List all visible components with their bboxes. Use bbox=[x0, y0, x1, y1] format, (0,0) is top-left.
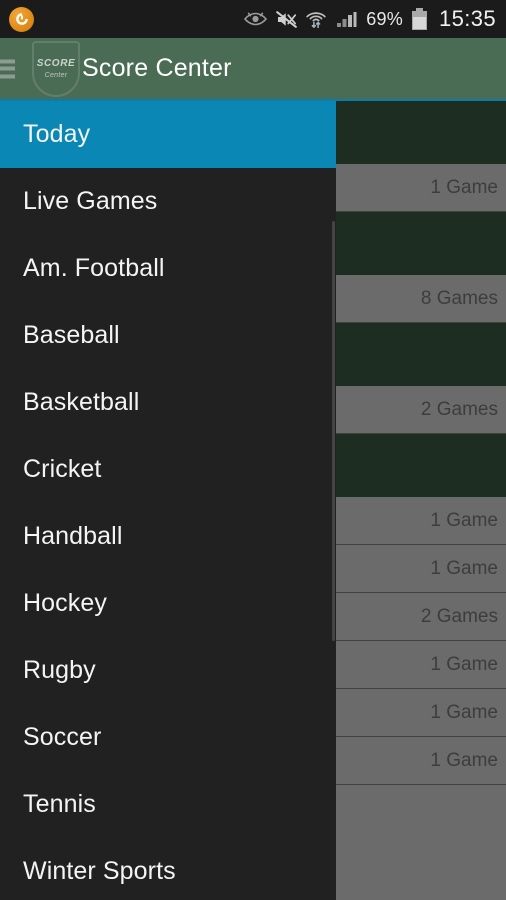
cellular-signal-icon bbox=[337, 11, 357, 27]
sidebar-item-label: Am. Football bbox=[23, 254, 165, 282]
sidebar-item-label: Winter Sports bbox=[23, 857, 176, 885]
sidebar-item-label: Rugby bbox=[23, 656, 96, 684]
navigation-drawer[interactable]: Today Live Games Am. Football Baseball B… bbox=[0, 101, 336, 900]
game-count: 8 Games bbox=[420, 287, 498, 309]
sidebar-item-rugby[interactable]: Rugby bbox=[0, 637, 336, 704]
logo-line-1: SCORE bbox=[36, 57, 76, 69]
game-count: 1 Game bbox=[430, 557, 498, 579]
sidebar-item-label: Soccer bbox=[23, 723, 102, 751]
game-count: 2 Games bbox=[420, 605, 498, 627]
app-badge-glyph bbox=[15, 13, 28, 25]
page-title: Score Center bbox=[82, 54, 232, 82]
sidebar-item-label: Basketball bbox=[23, 388, 140, 416]
battery-icon bbox=[411, 8, 427, 30]
drawer-scrollbar[interactable] bbox=[332, 221, 335, 641]
battery-percent: 69% bbox=[366, 8, 403, 29]
sidebar-item-label: Today bbox=[23, 120, 91, 148]
sidebar-item-tennis[interactable]: Tennis bbox=[0, 771, 336, 838]
app-bar: SCORE Center Score Center bbox=[0, 38, 506, 101]
status-icons: 69% 15:35 bbox=[244, 6, 496, 32]
score-center-logo: SCORE Center bbox=[29, 40, 83, 97]
game-count: 1 Game bbox=[430, 509, 498, 531]
sidebar-item-soccer[interactable]: Soccer bbox=[0, 704, 336, 771]
app-screen: ball 1 Game 8 Games 2 Games 1 Game bbox=[0, 0, 506, 900]
sidebar-item-label: Hockey bbox=[23, 589, 107, 617]
hamburger-menu-icon[interactable] bbox=[0, 59, 15, 78]
sidebar-item-cricket[interactable]: Cricket bbox=[0, 436, 336, 503]
sound-muted-icon bbox=[276, 10, 298, 28]
sidebar-item-am-football[interactable]: Am. Football bbox=[0, 235, 336, 302]
game-count: 1 Game bbox=[430, 701, 498, 723]
status-bar: 69% 15:35 bbox=[0, 0, 506, 38]
sidebar-item-handball[interactable]: Handball bbox=[0, 503, 336, 570]
sidebar-item-baseball[interactable]: Baseball bbox=[0, 302, 336, 369]
sidebar-item-label: Handball bbox=[23, 522, 123, 550]
wifi-transfer-icon bbox=[306, 11, 326, 28]
logo-line-2: Center bbox=[44, 71, 68, 79]
smart-stay-eye-icon bbox=[244, 12, 268, 26]
sidebar-item-live-games[interactable]: Live Games bbox=[0, 168, 336, 235]
shield-icon bbox=[32, 40, 80, 97]
game-count: 1 Game bbox=[430, 653, 498, 675]
sidebar-item-label: Live Games bbox=[23, 187, 158, 215]
game-count: 1 Game bbox=[430, 176, 498, 198]
sidebar-item-hockey[interactable]: Hockey bbox=[0, 570, 336, 637]
sidebar-item-basketball[interactable]: Basketball bbox=[0, 369, 336, 436]
status-clock: 15:35 bbox=[438, 6, 496, 31]
sidebar-item-label: Tennis bbox=[23, 790, 96, 818]
app-badge-icon bbox=[9, 6, 34, 32]
game-count: 2 Games bbox=[420, 398, 498, 420]
sidebar-item-winter-sports[interactable]: Winter Sports bbox=[0, 838, 336, 900]
game-count: 1 Game bbox=[430, 749, 498, 771]
sidebar-item-today[interactable]: Today bbox=[0, 101, 336, 168]
sidebar-item-label: Cricket bbox=[23, 455, 102, 483]
sidebar-item-label: Baseball bbox=[23, 321, 120, 349]
